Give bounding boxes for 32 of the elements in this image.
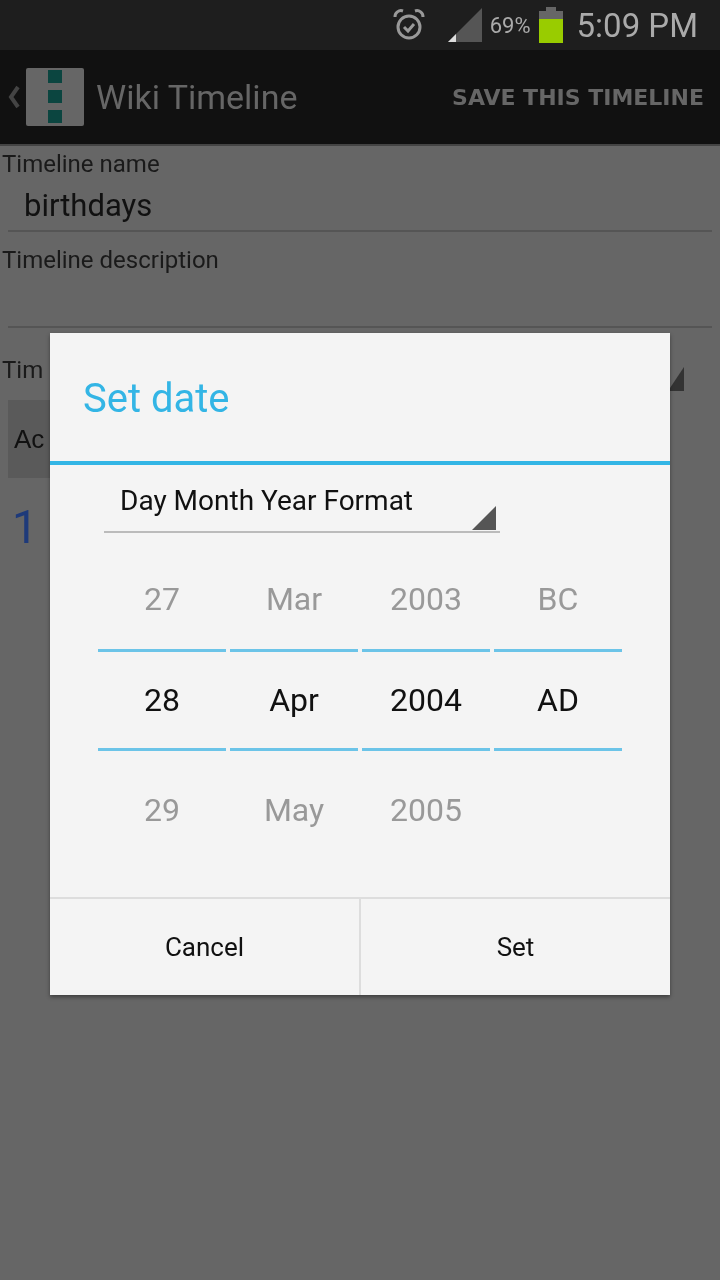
cancel-button[interactable]: Cancel (50, 899, 359, 995)
picker-option[interactable]: BC (494, 545, 622, 649)
picker-selected-value[interactable]: Apr (230, 649, 358, 751)
picker-selected-value[interactable]: AD (494, 649, 622, 751)
dialog-title: Set date (50, 333, 670, 465)
field-label: Timeline name (1, 149, 161, 180)
picker-option[interactable]: May (230, 751, 358, 871)
app-logo-icon[interactable] (26, 68, 84, 126)
picker-selected-value[interactable]: 2004 (362, 649, 490, 751)
alarm-clock-icon (391, 8, 426, 42)
picker-selected-value[interactable]: 28 (98, 649, 226, 751)
dropdown-triangle-icon (472, 506, 496, 530)
dropdown-triangle-icon[interactable] (668, 367, 684, 391)
signal-icon (447, 8, 482, 42)
format-spinner[interactable]: Day Month Year Format (104, 483, 500, 533)
save-timeline-button[interactable]: SAVE THIS TIMELINE (452, 84, 704, 110)
picker-option[interactable]: 29 (98, 751, 226, 871)
count-number: 1 (12, 500, 38, 554)
picker-option[interactable]: Mar (230, 545, 358, 649)
picker-option[interactable]: 2005 (362, 751, 490, 871)
clock-time: 5:09 PM (576, 5, 698, 45)
field-label: Tim (1, 355, 44, 386)
picker-option[interactable]: 2003 (362, 545, 490, 649)
app-title: Wiki Timeline (96, 77, 299, 117)
battery-icon (538, 7, 563, 43)
picker-option[interactable]: 27 (98, 545, 226, 649)
battery-percent: 69% (489, 12, 531, 38)
field-label: Timeline description (1, 245, 220, 276)
name-field[interactable]: birthdays (8, 186, 712, 232)
back-caret-icon[interactable] (8, 85, 20, 109)
add-button[interactable]: Ac (8, 400, 50, 478)
set-button[interactable]: Set (359, 899, 670, 995)
